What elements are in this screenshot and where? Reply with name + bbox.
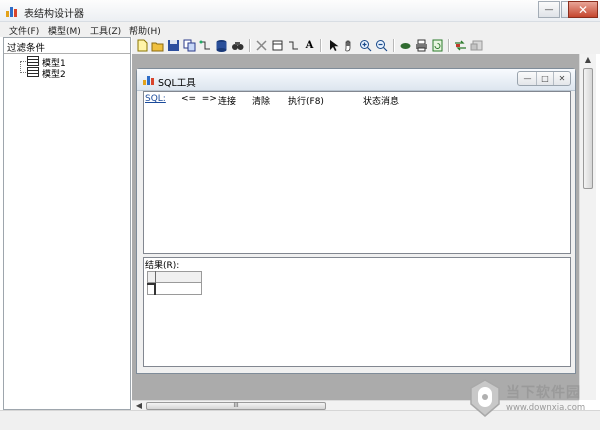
main-toolbar: A [132, 37, 600, 54]
leaf-icon[interactable] [399, 39, 412, 52]
divider [4, 53, 130, 54]
relation-icon[interactable] [199, 39, 212, 52]
clear-button[interactable]: 清除 [252, 94, 270, 107]
menu-file[interactable]: 文件(F) [9, 24, 39, 37]
toolbar-separator [249, 39, 250, 52]
app-logo-icon [6, 5, 20, 17]
execute-button[interactable]: 执行(F8) [288, 94, 324, 107]
sql-minimize-button[interactable]: — [519, 72, 536, 85]
save-icon[interactable] [167, 39, 180, 52]
new-file-icon[interactable] [136, 39, 149, 52]
text-icon[interactable]: A [303, 39, 316, 52]
menu-model[interactable]: 模型(M) [48, 24, 81, 37]
sql-window-icon [143, 75, 155, 85]
scroll-up-arrow-icon[interactable]: ▲ [583, 55, 593, 65]
zoom-out-icon[interactable] [375, 39, 388, 52]
filter-panel: 过滤条件 模型1 模型2 [3, 37, 131, 410]
menu-tools[interactable]: 工具(Z) [90, 24, 121, 37]
model-icon [27, 67, 39, 77]
sql-tool-window: SQL工具 — □ ✕ SQL: <= => 连接 清除 执行(F8) 状态消息… [136, 68, 576, 374]
filter-header: 过滤条件 [7, 43, 46, 54]
watermark-logo-icon [470, 379, 500, 417]
printer-icon[interactable] [415, 39, 428, 52]
sql-window-title: SQL工具 [158, 78, 196, 89]
toolbar-separator [448, 39, 449, 52]
sql-prompt-label: SQL: [145, 94, 166, 104]
watermark-text: 当下软件园 [506, 385, 581, 401]
table-icon[interactable] [271, 39, 284, 52]
copy-icon[interactable] [183, 39, 196, 52]
sql-window-titlebar: SQL工具 — □ ✕ [137, 69, 575, 91]
history-arrows[interactable]: <= => [181, 94, 217, 104]
results-label: 结果(R): [145, 261, 180, 271]
vertical-scrollbar[interactable]: ▲ [579, 54, 596, 400]
toolbar-separator [393, 39, 394, 52]
hand-icon[interactable] [343, 39, 356, 52]
settings-icon[interactable] [470, 39, 483, 52]
tree-item-model2[interactable]: 模型2 [42, 67, 66, 80]
delete-icon[interactable] [255, 39, 268, 52]
results-grid[interactable] [147, 271, 202, 295]
horizontal-scroll-thumb[interactable]: III [146, 402, 326, 410]
window-title: 表结构设计器 [24, 9, 84, 20]
database-icon[interactable] [215, 39, 228, 52]
model-icon [27, 56, 39, 66]
sql-maximize-button[interactable]: □ [536, 72, 553, 85]
pointer-icon[interactable] [327, 39, 340, 52]
menu-bar: 文件(F) 模型(M) 工具(Z) 帮助(H) [0, 22, 600, 37]
toolbar-separator [320, 39, 321, 52]
menu-help[interactable]: 帮助(H) [129, 24, 161, 37]
open-folder-icon[interactable] [151, 39, 164, 52]
minimize-button-face[interactable]: — [538, 1, 560, 18]
connector-icon[interactable] [287, 39, 300, 52]
grid-row-indicator [147, 283, 156, 295]
vertical-scroll-thumb[interactable] [583, 68, 593, 189]
connect-button[interactable]: 连接 [218, 94, 236, 107]
status-message-label: 状态消息 [363, 97, 400, 107]
title-bar: 表结构设计器 — — □ ✕ [0, 0, 600, 22]
generate-icon[interactable] [454, 39, 467, 52]
find-icon[interactable] [231, 39, 244, 52]
close-button[interactable]: ✕ [568, 1, 598, 18]
watermark-url: www.downxia.com [506, 403, 586, 413]
results-panel: 结果(R): [143, 257, 571, 367]
sql-close-button[interactable]: ✕ [553, 72, 570, 85]
sql-editor[interactable]: SQL: <= => 连接 清除 执行(F8) 状态消息 [143, 91, 571, 254]
refresh-icon[interactable] [431, 39, 444, 52]
zoom-in-icon[interactable] [359, 39, 372, 52]
sql-window-controls: — □ ✕ [517, 71, 571, 86]
watermark: 当下软件园 www.downxia.com [468, 378, 600, 426]
